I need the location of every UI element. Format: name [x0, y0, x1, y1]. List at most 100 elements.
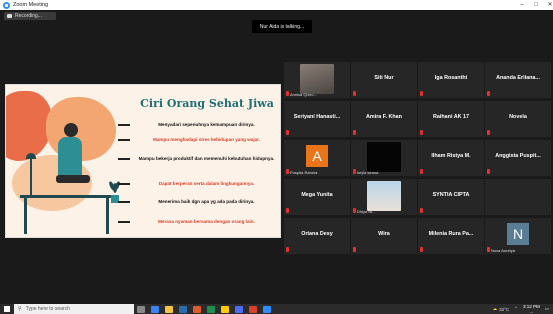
- muted-mic-icon: [286, 91, 289, 96]
- slide-item-text: Dapat berperan serta dalam lingkungannya…: [158, 181, 255, 186]
- slide-item-text: Merasa nyaman bersama dengan orang lain.: [158, 219, 255, 224]
- participant-label: Annisa Qurro...: [290, 92, 317, 97]
- slide-item-text: Mampu menghadapi stres kehidupan yang wa…: [153, 137, 260, 142]
- participant-tile[interactable]: Novela: [485, 101, 551, 137]
- muted-mic-icon: [353, 130, 356, 135]
- slide-item-text: Mampu bekerja produktif dan memenuhi keb…: [138, 156, 275, 161]
- participant-tile[interactable]: SYNTIA CIPTA: [418, 179, 484, 215]
- participant-name: Ilham Ristya M.: [431, 153, 471, 159]
- participant-tile[interactable]: Ananda Erliana...: [485, 62, 551, 98]
- powerpoint-icon[interactable]: [193, 305, 201, 313]
- file-explorer-icon[interactable]: [165, 305, 173, 313]
- muted-mic-icon: [286, 208, 289, 213]
- muted-mic-icon: [286, 169, 289, 174]
- clock-date: ...: [529, 309, 534, 314]
- participant-tile[interactable]: Annisa Qurro...: [284, 62, 350, 98]
- search-placeholder: Type here to search: [25, 306, 70, 312]
- participant-video: [367, 181, 401, 211]
- participant-name: Iga Rosanthi: [434, 75, 468, 81]
- participant-video: [367, 142, 401, 172]
- participant-label: Nova Auretya: [491, 248, 516, 253]
- search-icon: ⚲: [18, 306, 22, 312]
- excel-icon[interactable]: [207, 305, 215, 313]
- participant-label: keyla kirana: [357, 170, 379, 175]
- participant-name: Oriana Desy: [301, 231, 333, 237]
- task-view-icon[interactable]: [137, 305, 145, 313]
- participant-tile[interactable]: Amira F. Khan: [351, 101, 417, 137]
- network-icon[interactable]: ⌃: [514, 306, 518, 312]
- muted-mic-icon: [286, 130, 289, 135]
- desk-illustration: [24, 198, 27, 234]
- word-icon[interactable]: [179, 305, 187, 313]
- recording-icon: [7, 14, 12, 18]
- muted-mic-icon: [353, 91, 356, 96]
- participant-tile[interactable]: Seriyani Hanasti...: [284, 101, 350, 137]
- app-icon[interactable]: [249, 305, 257, 313]
- participant-tile[interactable]: Milenia Rura Pa...: [418, 218, 484, 254]
- title-bar: Zoom Meeting – □ ✕: [0, 0, 553, 10]
- recording-indicator[interactable]: Recording...: [4, 12, 56, 20]
- participant-tile[interactable]: Siti Nur: [351, 62, 417, 98]
- participant-tile[interactable]: Raihani AK 17: [418, 101, 484, 137]
- slide-title: Ciri Orang Sehat Jiwa: [140, 97, 274, 110]
- participant-label: Dhiya Ni...: [357, 209, 376, 214]
- participant-tile[interactable]: Ilham Ristya M.: [418, 140, 484, 176]
- zoom-logo-icon: [3, 1, 10, 9]
- participant-tile[interactable]: N Nova Auretya: [485, 218, 551, 254]
- lamp-illustration: [30, 159, 32, 195]
- close-button[interactable]: ✕: [541, 0, 553, 10]
- participant-name: Milenia Rura Pa...: [428, 231, 474, 237]
- edge-icon[interactable]: [151, 305, 159, 313]
- slide-item: Menyadari sepenuhnya kemampuan dirinya.: [118, 122, 280, 128]
- participant-name: Ananda Erliana...: [496, 75, 540, 81]
- participant-avatar: N: [507, 223, 529, 245]
- weather-icon[interactable]: ☁: [493, 306, 498, 312]
- muted-mic-icon: [420, 169, 423, 174]
- participant-tile[interactable]: A Puspita Rahma: [284, 140, 350, 176]
- slide-item: Merasa nyaman bersama dengan orang lain.: [118, 219, 280, 225]
- participant-name: Novela: [509, 114, 527, 120]
- window-title: Zoom Meeting: [13, 2, 49, 8]
- desk-illustration: [106, 198, 109, 234]
- talking-indicator: Nur Aida is talking...: [252, 20, 312, 33]
- muted-mic-icon: [487, 247, 490, 252]
- slide-item: Mampu menghadapi stres kehidupan yang wa…: [118, 137, 280, 143]
- muted-mic-icon: [487, 130, 490, 135]
- weather-text[interactable]: 32°C: [499, 307, 509, 312]
- system-tray: ☁ 32°C ⌃ 3:12 PM ... ▭: [493, 304, 549, 314]
- participant-video: [300, 64, 334, 94]
- participant-tile[interactable]: Anggista Puspit...: [485, 140, 551, 176]
- slide-item-text: Menerima baik dgn apa yg ada pada diriny…: [158, 199, 255, 204]
- clock[interactable]: 3:12 PM ...: [523, 304, 540, 314]
- participant-tile[interactable]: Wira: [351, 218, 417, 254]
- muted-mic-icon: [286, 247, 289, 252]
- start-button[interactable]: [0, 304, 14, 314]
- participant-name: Anggista Puspit...: [495, 153, 541, 159]
- teams-icon[interactable]: [235, 305, 243, 313]
- participant-name: SYNTIA CIPTA: [432, 192, 470, 198]
- participant-label: Puspita Rahma: [290, 170, 318, 175]
- participant-tile[interactable]: Mega Yunita: [284, 179, 350, 215]
- muted-mic-icon: [420, 247, 423, 252]
- taskbar-search[interactable]: ⚲ Type here to search: [14, 304, 134, 314]
- muted-mic-icon: [487, 91, 490, 96]
- zoom-taskbar-icon[interactable]: [263, 305, 271, 313]
- windows-taskbar: ⚲ Type here to search ☁ 32°C ⌃ 3:12 PM .…: [0, 304, 553, 314]
- slide-item: Menerima baik dgn apa yg ada pada diriny…: [118, 199, 280, 205]
- participant-tile[interactable]: keyla kirana: [351, 140, 417, 176]
- participant-name: Raihani AK 17: [432, 114, 470, 120]
- notifications-icon[interactable]: ▭: [545, 306, 549, 312]
- participant-tile[interactable]: Dhiya Ni...: [351, 179, 417, 215]
- muted-mic-icon: [353, 169, 356, 174]
- participant-avatar: A: [306, 145, 328, 167]
- windows-icon: [4, 306, 10, 312]
- shared-screen-slide: Ciri Orang Sehat Jiwa Menyadari sepenuhn…: [5, 84, 281, 238]
- woman-illustration: [56, 175, 90, 183]
- participant-name: Siti Nur: [374, 75, 394, 81]
- chrome-icon[interactable]: [221, 305, 229, 313]
- participant-name: Amira F. Khan: [366, 114, 402, 120]
- participant-tile[interactable]: [485, 179, 551, 215]
- participant-tile[interactable]: Iga Rosanthi: [418, 62, 484, 98]
- woman-illustration: [64, 123, 78, 137]
- participant-tile[interactable]: Oriana Desy: [284, 218, 350, 254]
